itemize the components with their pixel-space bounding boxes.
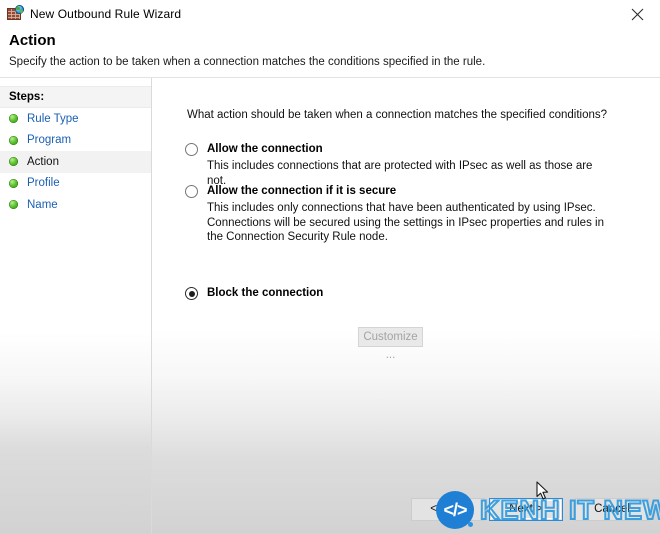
page-title: Action [9, 32, 56, 49]
sidebar-item-label: Profile [27, 177, 60, 190]
sidebar-item-profile[interactable]: Profile [0, 173, 151, 195]
steps-heading: Steps: [0, 86, 151, 108]
option-title: Allow the connection if it is secure [207, 185, 397, 197]
page-header: Action Specify the action to be taken wh… [0, 28, 660, 78]
option-block-the-connection[interactable]: Block the connection [185, 286, 323, 301]
back-button[interactable]: < Back [411, 498, 485, 521]
sidebar-item-label: Name [27, 198, 58, 211]
option-title: Block the connection [207, 287, 324, 299]
next-button[interactable]: Next > [489, 498, 563, 521]
customize-button[interactable]: Customize ... [358, 327, 423, 361]
steps-heading-label: Steps: [9, 91, 45, 103]
radio-block-the-connection[interactable] [185, 287, 198, 300]
steps-pane: Steps: Rule Type Program Action Profile … [0, 78, 151, 534]
wizard-body: Steps: Rule Type Program Action Profile … [0, 78, 660, 534]
option-allow-if-secure[interactable]: Allow the connection if it is secure Thi… [185, 184, 607, 245]
steps-list: Rule Type Program Action Profile Name [0, 108, 151, 216]
firewall-globe-icon [7, 5, 24, 22]
sidebar-item-label: Program [27, 134, 72, 147]
radio-allow-the-connection[interactable] [185, 143, 198, 156]
step-bullet-icon [9, 135, 18, 145]
step-bullet-icon [9, 200, 18, 210]
footer-button-bar: < Back Next > Cancel [152, 415, 660, 521]
sidebar-item-program[interactable]: Program [0, 130, 151, 152]
content-pane: What action should be taken when a conne… [152, 78, 660, 534]
option-description: This includes only connections that have… [207, 202, 604, 243]
title-bar: New Outbound Rule Wizard [0, 0, 660, 28]
close-icon[interactable] [614, 0, 660, 28]
sidebar-item-name[interactable]: Name [0, 194, 151, 216]
step-bullet-icon [9, 178, 18, 188]
option-title: Allow the connection [207, 143, 323, 155]
cancel-button[interactable]: Cancel [575, 498, 649, 521]
page-subtitle: Specify the action to be taken when a co… [9, 56, 486, 68]
step-bullet-icon [9, 157, 18, 167]
step-bullet-icon [9, 114, 18, 124]
sidebar-item-label: Action [27, 155, 59, 168]
sidebar-item-rule-type[interactable]: Rule Type [0, 108, 151, 130]
sidebar-item-action[interactable]: Action [0, 151, 151, 173]
wizard-window: New Outbound Rule Wizard Action Specify … [0, 0, 660, 534]
sidebar-item-label: Rule Type [27, 112, 79, 125]
action-question: What action should be taken when a conne… [187, 109, 608, 121]
window-title: New Outbound Rule Wizard [30, 7, 182, 21]
radio-allow-if-secure[interactable] [185, 185, 198, 198]
option-allow-the-connection[interactable]: Allow the connection This includes conne… [185, 142, 607, 188]
